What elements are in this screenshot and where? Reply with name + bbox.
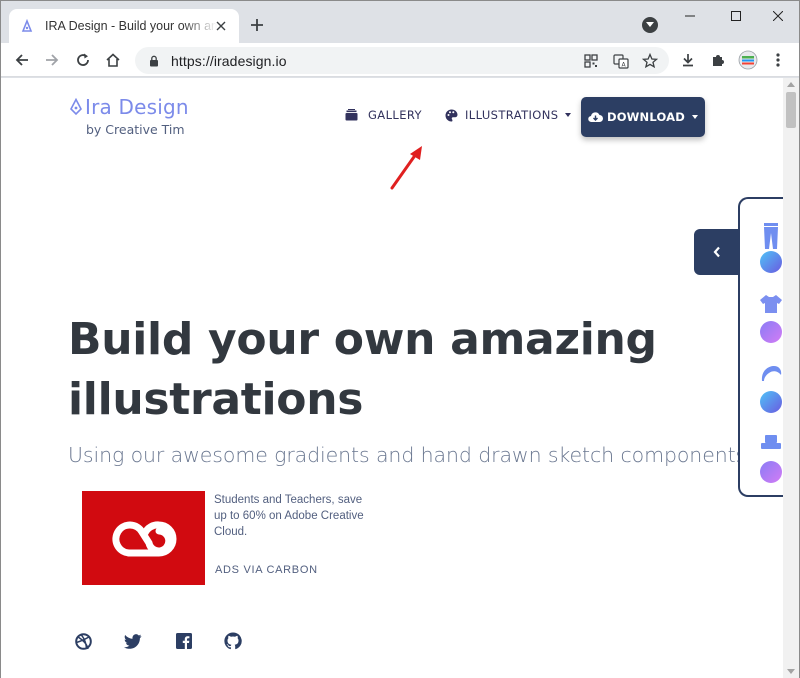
tab-strip: IRA Design - Build your own amazing illu… <box>1 1 799 43</box>
twitter-icon[interactable] <box>124 632 142 650</box>
brand-logo[interactable]: Ira Design by Creative Tim <box>69 95 189 137</box>
side-panel-toggle[interactable] <box>694 229 740 275</box>
download-icon[interactable] <box>676 48 700 72</box>
ad-text[interactable]: Students and Teachers, save up to 60% on… <box>214 492 364 540</box>
page-scrollbar[interactable] <box>783 78 799 678</box>
hair-icon <box>761 366 782 381</box>
scroll-thumb[interactable] <box>786 92 796 128</box>
gradient-swatch <box>760 251 782 273</box>
creative-cloud-icon <box>111 521 176 557</box>
gradient-swatch <box>760 321 782 343</box>
browser-tab[interactable]: IRA Design - Build your own amazing illu… <box>9 9 239 43</box>
hero-subtitle: Using our awesome gradients and hand dra… <box>68 443 753 467</box>
extensions-icon[interactable] <box>706 48 730 72</box>
pants-component-item[interactable] <box>758 223 783 273</box>
facebook-icon[interactable] <box>175 632 193 650</box>
chevron-down-icon <box>565 113 572 117</box>
reload-icon[interactable] <box>71 48 95 72</box>
nav-gallery-label: GALLERY <box>368 108 422 122</box>
browser-window: IRA Design - Build your own amazing illu… <box>0 0 800 678</box>
browser-toolbar: https://iradesign.io A <box>1 43 799 77</box>
download-label: DOWNLOAD <box>606 110 686 124</box>
cloud-download-icon <box>588 111 603 123</box>
tab-title: IRA Design - Build your own amazing illu… <box>45 19 217 33</box>
brand-subtitle: by Creative Tim <box>86 122 185 137</box>
close-tab-icon[interactable] <box>213 18 229 34</box>
tab-search-icon[interactable] <box>642 17 658 33</box>
forward-icon[interactable] <box>40 48 64 72</box>
shirt-icon <box>760 295 782 313</box>
scroll-down-arrow-icon[interactable] <box>787 669 795 674</box>
ira-favicon-icon <box>19 18 35 34</box>
lock-icon[interactable] <box>147 54 161 68</box>
shirt-component-item[interactable] <box>758 293 783 343</box>
pen-nib-icon <box>69 98 83 116</box>
star-icon[interactable] <box>641 52 659 70</box>
maximize-icon[interactable] <box>713 1 759 31</box>
dribbble-icon[interactable] <box>74 632 92 650</box>
url-text: https://iradesign.io <box>171 52 287 69</box>
web-page: Ira Design by Creative Tim GALLERY ILLUS… <box>1 78 783 678</box>
qr-code-icon[interactable] <box>582 52 600 70</box>
nav-gallery-link[interactable]: GALLERY <box>345 108 422 122</box>
scroll-up-arrow-icon[interactable] <box>787 82 795 87</box>
address-bar[interactable]: https://iradesign.io A <box>135 47 669 74</box>
minimize-icon[interactable] <box>667 1 713 31</box>
nav-illustrations-dropdown[interactable]: ILLUSTRATIONS <box>445 108 572 122</box>
download-button[interactable]: DOWNLOAD <box>581 97 705 137</box>
translate-icon[interactable]: A <box>612 52 630 70</box>
hair-component-item[interactable] <box>758 363 783 413</box>
gradient-swatch <box>760 391 782 413</box>
hero-title: Build your own amazing illustrations <box>68 314 657 425</box>
home-icon[interactable] <box>101 48 125 72</box>
red-arrow-annotation <box>390 146 422 190</box>
gradient-swatch <box>760 461 782 483</box>
pants-icon <box>764 223 778 249</box>
component-side-panel <box>738 197 783 497</box>
palette-icon <box>445 109 458 122</box>
chair-component-item[interactable] <box>758 433 783 483</box>
github-icon[interactable] <box>224 632 242 650</box>
gallery-icon <box>345 109 358 121</box>
chair-icon <box>761 435 781 449</box>
ads-via-carbon-link[interactable]: ADS VIA CARBON <box>215 564 318 576</box>
brand-name: Ira Design <box>85 95 189 119</box>
back-icon[interactable] <box>10 48 34 72</box>
menu-kebab-icon[interactable] <box>766 48 790 72</box>
profile-avatar-icon[interactable] <box>736 48 760 72</box>
brand-title: Ira Design <box>69 95 189 119</box>
chevron-left-icon <box>713 246 720 258</box>
close-window-icon[interactable] <box>755 1 800 31</box>
nav-illustrations-label: ILLUSTRATIONS <box>465 108 559 122</box>
ad-image[interactable] <box>82 491 205 585</box>
new-tab-icon[interactable] <box>247 15 267 35</box>
chevron-down-icon <box>692 115 699 119</box>
